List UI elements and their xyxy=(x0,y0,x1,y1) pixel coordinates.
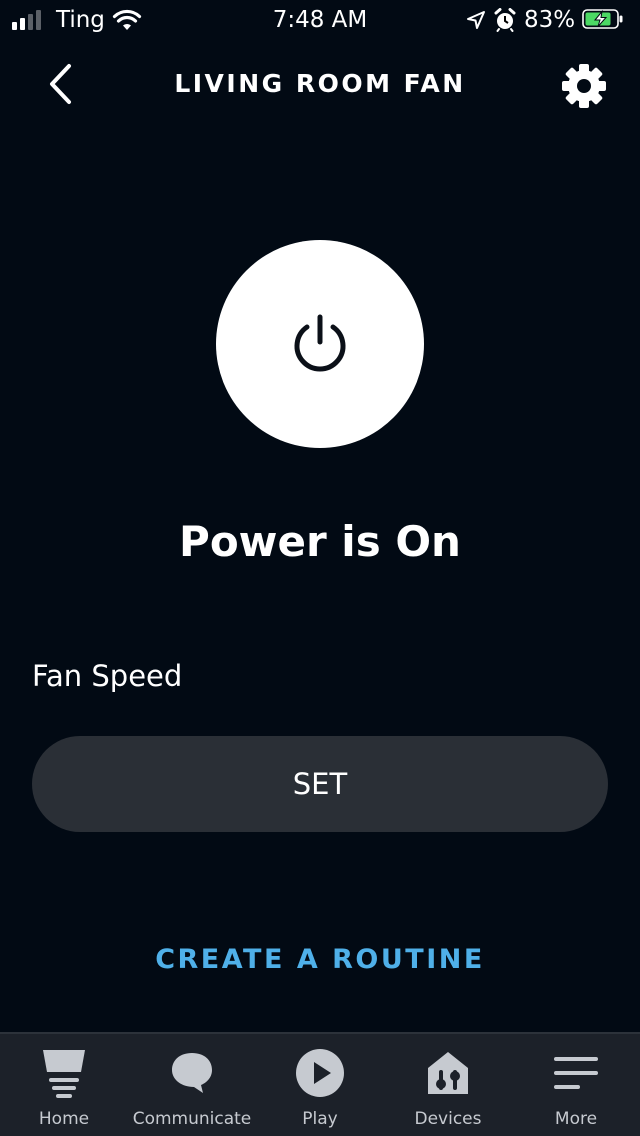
create-routine-link[interactable]: CREATE A ROUTINE xyxy=(0,940,640,980)
status-bar: Ting 7:48 AM 83% xyxy=(0,0,640,40)
nav-item-devices[interactable]: Devices xyxy=(384,1034,512,1136)
header: LIVING ROOM FAN xyxy=(0,52,640,116)
nav-item-play[interactable]: Play xyxy=(256,1034,384,1136)
chat-bubble-icon xyxy=(128,1048,256,1098)
set-button-label: SET xyxy=(292,767,348,801)
fan-speed-label: Fan Speed xyxy=(32,659,183,693)
set-fan-speed-button[interactable]: SET xyxy=(32,736,608,832)
location-icon xyxy=(466,10,486,34)
home-icon xyxy=(0,1048,128,1098)
battery-charging-icon xyxy=(582,9,624,29)
gear-icon xyxy=(562,64,606,108)
nav-label-more: More xyxy=(554,1109,598,1129)
nav-label-communicate: Communicate xyxy=(132,1109,252,1129)
alarm-icon xyxy=(494,8,516,36)
nav-item-more[interactable]: More xyxy=(512,1034,640,1136)
devices-icon xyxy=(384,1048,512,1098)
settings-button[interactable] xyxy=(556,58,612,114)
power-status: Power is On xyxy=(179,517,461,566)
menu-icon xyxy=(512,1048,640,1098)
nav-label-play: Play xyxy=(302,1109,338,1129)
nav-label-devices: Devices xyxy=(414,1109,482,1129)
battery-percent: 83% xyxy=(524,7,576,33)
play-icon xyxy=(256,1048,384,1098)
nav-item-communicate[interactable]: Communicate xyxy=(128,1034,256,1136)
power-button[interactable] xyxy=(216,240,424,448)
nav-item-home[interactable]: Home xyxy=(0,1034,128,1136)
power-icon xyxy=(294,314,346,372)
page-title: LIVING ROOM FAN xyxy=(174,69,466,98)
bottom-nav: Home Communicate Play Devices More xyxy=(0,1032,640,1136)
nav-label-home: Home xyxy=(38,1109,90,1129)
